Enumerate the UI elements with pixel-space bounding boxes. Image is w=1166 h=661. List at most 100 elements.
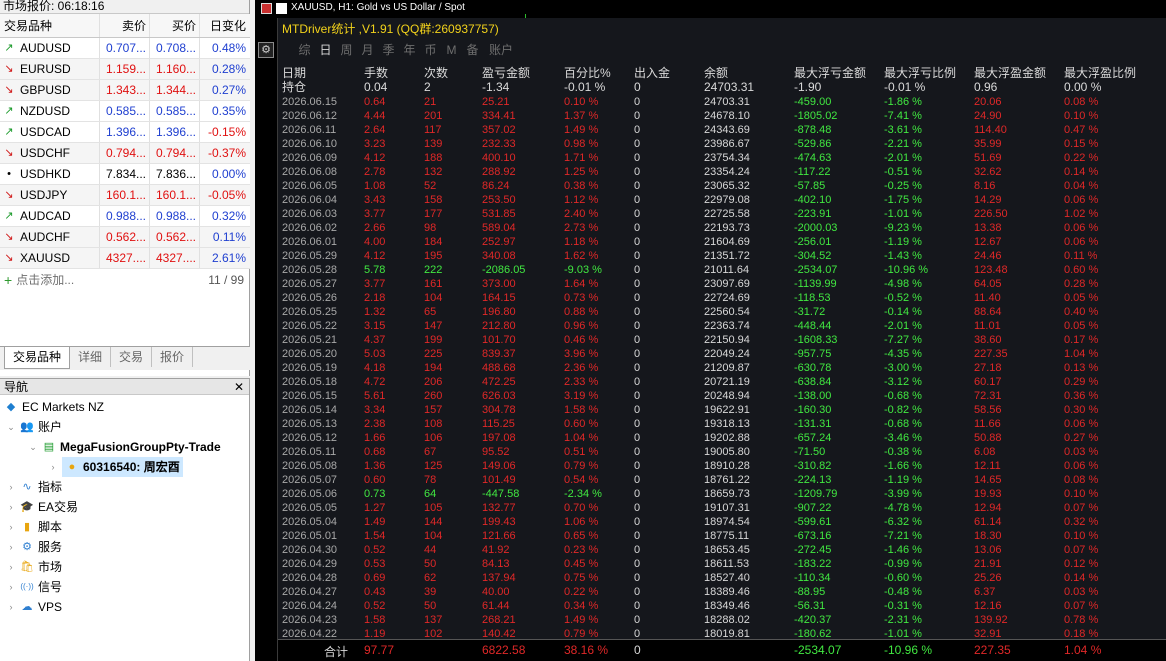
symbol-row[interactable]: ↘ XAUUSD 4327.... 4327.... 2.61% (0, 248, 250, 269)
chart-title: XAUUSD, H1: Gold vs US Dollar / Spot (291, 2, 465, 13)
col-change-header[interactable]: 日变化 (200, 14, 250, 37)
change-cell: -0.05% (207, 188, 246, 202)
chevron-right-icon[interactable]: › (6, 497, 16, 517)
cell-balance: 23986.67 (704, 138, 750, 150)
symbol-row[interactable]: ↗ AUDUSD 0.707... 0.708... 0.48% (0, 38, 250, 59)
chevron-right-icon[interactable]: › (6, 597, 16, 617)
column-header: 百分比% (564, 66, 611, 80)
cell-balance: 23097.69 (704, 278, 750, 290)
cell-lots: 4.12 (364, 250, 386, 262)
chevron-right-icon[interactable]: › (6, 577, 16, 597)
chevron-right-icon[interactable]: › (6, 557, 16, 577)
tab-symbols[interactable]: 交易品种 (4, 347, 71, 369)
col-symbol-header[interactable]: 交易品种 (0, 14, 100, 37)
stats-tab[interactable]: 日 (315, 40, 336, 60)
stats-tab[interactable]: M (441, 40, 462, 60)
cell-count: 44 (424, 544, 437, 556)
nav-item[interactable]: › ⚙ 服务 (6, 537, 63, 557)
stats-tab[interactable]: 账户 (483, 40, 519, 60)
cell-max-loss-pct: -1.46 % (884, 544, 922, 556)
symbol-row[interactable]: ↘ USDJPY 160.1... 160.1... -0.05% (0, 185, 250, 206)
cell-count: 105 (424, 502, 443, 514)
signal-icon: ((·)) (20, 582, 34, 591)
indicator-icon[interactable] (261, 2, 272, 14)
add-symbol-row[interactable]: + 点击添加... 11 / 99 (0, 269, 250, 291)
cell-pnl: 101.70 (482, 334, 516, 346)
cell-max-profit: 35.99 (974, 138, 1002, 150)
cell-lots: 0.73 (364, 488, 386, 500)
tab-trading[interactable]: 交易 (111, 347, 153, 367)
cell-max-profit-pct: 0.10 % (1064, 530, 1099, 542)
col-ask-header[interactable]: 买价 (150, 14, 200, 37)
indicator-icon[interactable] (276, 2, 287, 14)
settings-icon[interactable]: ⚙ (258, 42, 274, 58)
nav-broker[interactable]: ◆ EC Markets NZ (4, 397, 104, 417)
tab-ticks[interactable]: 报价 (152, 347, 194, 367)
plus-icon: + (4, 272, 13, 288)
chevron-right-icon[interactable]: › (48, 457, 58, 477)
cell-flow: 0 (634, 460, 641, 472)
symbol-row[interactable]: ↗ AUDCAD 0.988... 0.988... 0.32% (0, 206, 250, 227)
symbol-row[interactable]: ↘ EURUSD 1.159... 1.160... 0.28% (0, 59, 250, 80)
tab-details[interactable]: 详细 (70, 347, 112, 367)
nav-accounts[interactable]: ⌄ 👥 账户 (6, 417, 62, 437)
nav-item[interactable]: › ∿ 指标 (6, 477, 63, 497)
nav-item[interactable]: › ▮ 脚本 (6, 517, 63, 537)
nav-account[interactable]: › ● 60316540: 周宏酉 (48, 457, 183, 477)
cell-max-profit-pct: 0.05 % (1064, 320, 1099, 332)
chevron-right-icon[interactable]: › (6, 477, 16, 497)
cell-date: 2026.05.04 (282, 516, 338, 528)
symbol-row[interactable]: ↗ USDCAD 1.396... 1.396... -0.15% (0, 122, 250, 143)
cell-max-loss-pct: -0.60 % (884, 572, 922, 584)
cell-flow: 0 (634, 250, 641, 262)
chevron-down-icon[interactable]: ⌄ (6, 417, 16, 437)
nav-item-label: 服务 (38, 540, 63, 554)
stats-tab[interactable]: 综 (294, 40, 315, 60)
cell-date: 2026.05.12 (282, 432, 338, 444)
table-row: 2026.06.01 4.00 184 252.97 1.18 % 0 21604.69 -2… (278, 235, 1166, 249)
nav-item[interactable]: › 🎓 EA交易 (6, 497, 79, 517)
cell-pct: 1.06 % (564, 516, 599, 528)
stats-tab[interactable]: 币 (420, 40, 441, 60)
cell-flow: 0 (634, 474, 641, 486)
cell-balance: 18775.11 (704, 530, 750, 542)
total-max-loss: -2534.07 (794, 643, 842, 657)
cell-date: 2026.04.27 (282, 586, 338, 598)
stats-tab[interactable]: 年 (399, 40, 420, 60)
cell-max-loss-pct: -1.19 % (884, 474, 922, 486)
cell-count: 201 (424, 110, 443, 122)
nav-server[interactable]: ⌄ ▤ MegaFusionGroupPty-Trade (28, 437, 220, 457)
chevron-right-icon[interactable]: › (6, 537, 16, 557)
cell-max-loss-pct: -0.82 % (884, 404, 922, 416)
col-bid-header[interactable]: 卖价 (100, 14, 150, 37)
stats-tab[interactable]: 备 (462, 40, 483, 60)
cell-lots: 0.52 (364, 544, 386, 556)
cell-pct: 1.12 % (564, 194, 599, 206)
stats-tab[interactable]: 周 (336, 40, 357, 60)
symbol-row[interactable]: ↘ GBPUSD 1.343... 1.344... 0.27% (0, 80, 250, 101)
cell-pnl: 212.80 (482, 320, 516, 332)
symbol-row[interactable]: • USDHKD 7.834... 7.836... 0.00% (0, 164, 250, 185)
cell-pnl: 137.94 (482, 572, 516, 584)
symbol-row[interactable]: ↘ USDCHF 0.794... 0.794... -0.37% (0, 143, 250, 164)
cell-pct: 1.62 % (564, 250, 599, 262)
symbol-row[interactable]: ↗ NZDUSD 0.585... 0.585... 0.35% (0, 101, 250, 122)
cell-max-loss-pct: -0.48 % (884, 586, 922, 598)
chevron-down-icon[interactable]: ⌄ (28, 437, 38, 457)
stats-tab[interactable]: 月 (357, 40, 378, 60)
add-symbol-label: 点击添加... (16, 273, 75, 287)
chart-window[interactable]: XAUUSD, H1: Gold vs US Dollar / Spot ⚙ M… (255, 0, 1166, 661)
nav-item[interactable]: › ((·)) 信号 (6, 577, 63, 597)
cell-lots: 4.12 (364, 152, 386, 164)
nav-item[interactable]: › ☁ VPS (6, 597, 63, 617)
cell-max-profit-pct: 0.36 % (1064, 390, 1099, 402)
cell-lots: 3.23 (364, 138, 386, 150)
stats-tab[interactable]: 季 (378, 40, 399, 60)
cell-max-loss-pct: -0.25 % (884, 180, 922, 192)
close-icon[interactable]: ✕ (234, 379, 244, 396)
cell-lots: 3.77 (364, 278, 386, 290)
cell-date: 2026.05.05 (282, 502, 338, 514)
nav-item[interactable]: › 🛍 市场 (6, 557, 63, 577)
symbol-row[interactable]: ↘ AUDCHF 0.562... 0.562... 0.11% (0, 227, 250, 248)
chevron-right-icon[interactable]: › (6, 517, 16, 537)
